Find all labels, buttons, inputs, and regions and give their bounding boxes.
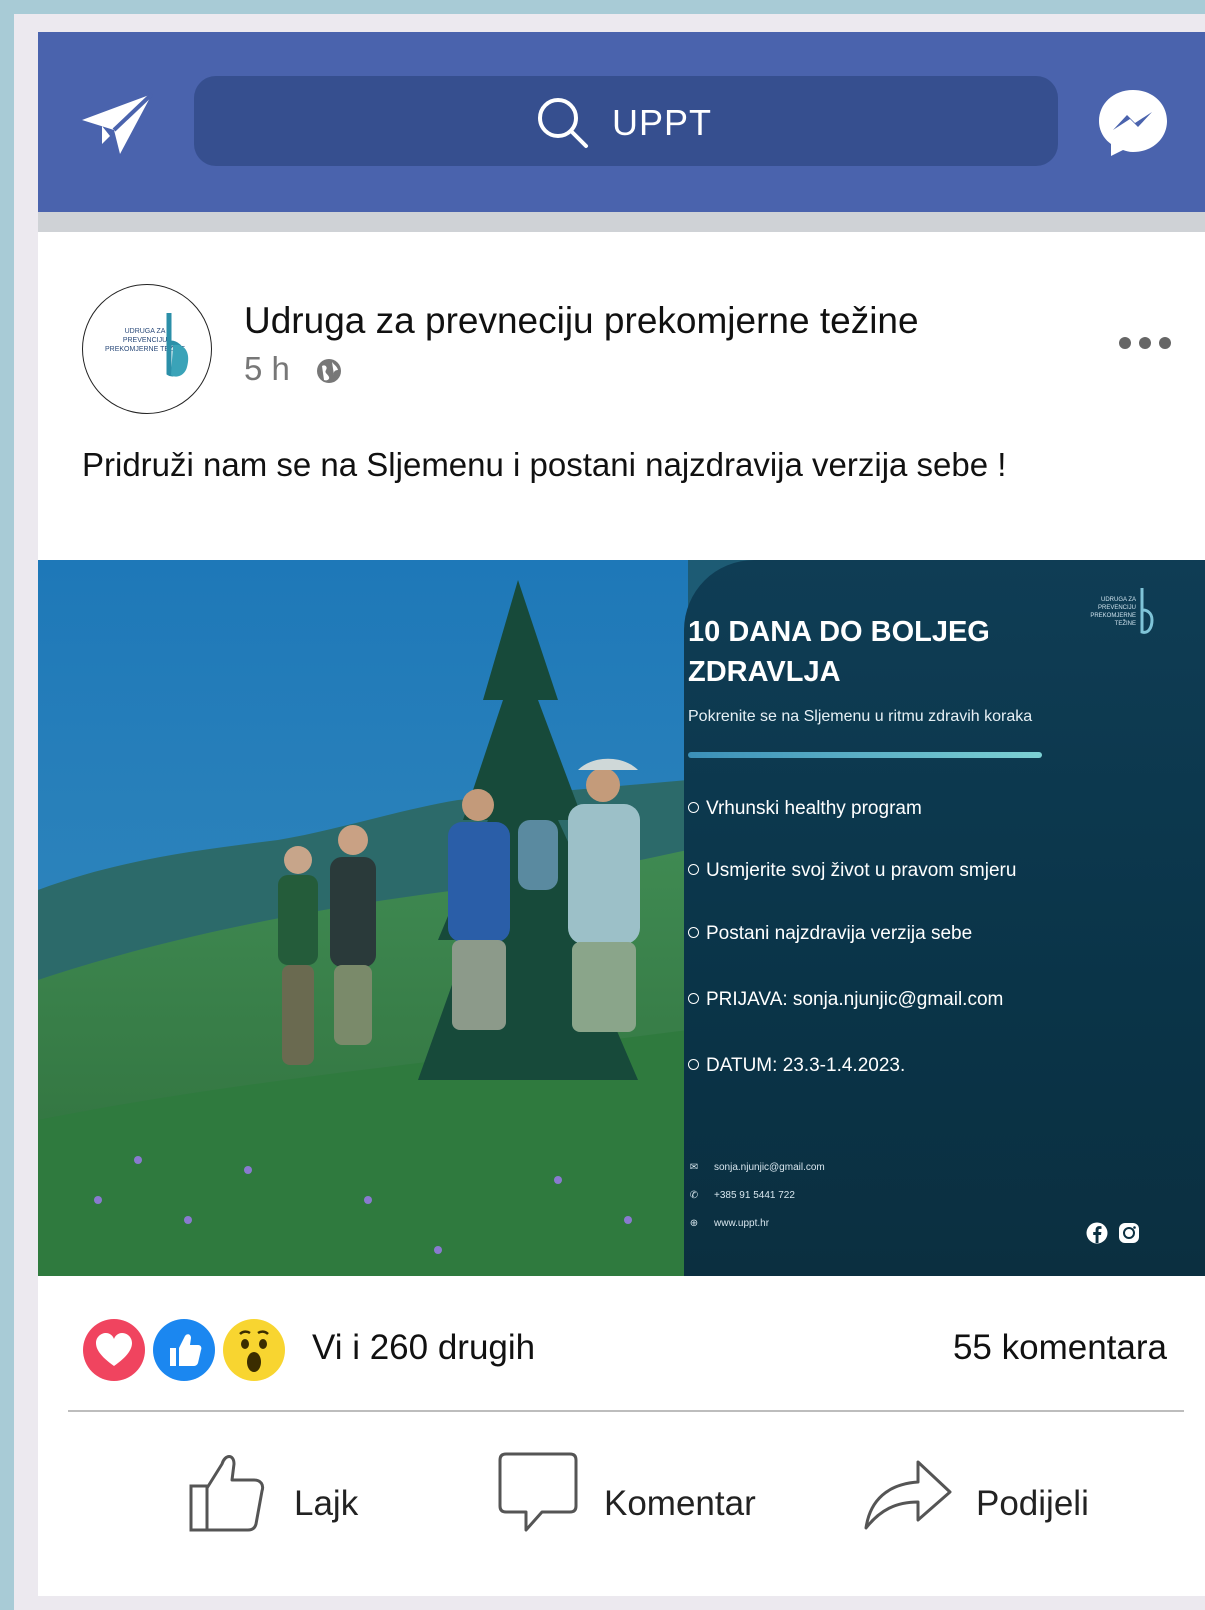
search-icon	[538, 98, 588, 148]
more-options-icon[interactable]	[1118, 336, 1172, 350]
contact-phone-text: +385 91 5441 722	[714, 1190, 795, 1201]
flyer-bullet: DATUM: 23.3-1.4.2023.	[688, 1055, 905, 1077]
thumbs-up-icon	[189, 1455, 265, 1532]
facebook-icon	[1086, 1222, 1108, 1244]
post-time[interactable]: 5 h	[244, 350, 290, 388]
messenger-icon[interactable]	[1096, 86, 1170, 160]
flyer-bullet: PRIJAVA: sonja.njunjic@gmail.com	[688, 989, 1003, 1011]
share-label: Podijeli	[976, 1484, 1089, 1523]
flyer-logo-text: UDRUGA ZA PREVENCIJU PREKOMJERNE TEŽINE	[1090, 597, 1136, 627]
top-bar-shadow	[38, 212, 1205, 232]
contact-email-text: sonja.njunjic@gmail.com	[714, 1162, 825, 1173]
heart-reaction-icon	[83, 1319, 145, 1381]
flyer-contact-web: ⊕ www.uppt.hr	[688, 1218, 769, 1229]
flyer-subtitle: Pokrenite se na Sljemenu u ritmu zdravih…	[688, 708, 1033, 725]
web-icon: ⊕	[689, 1218, 699, 1229]
flyer-bullet: Vrhunski healthy program	[688, 798, 922, 820]
like-label: Lajk	[294, 1484, 359, 1523]
flyer-bullet-text: Usmjerite svoj život u pravom smjeru	[706, 860, 1017, 881]
flyer-bullet-text: Postani najzdravija verzija sebe	[706, 923, 973, 944]
divider	[68, 1410, 1184, 1412]
logo-mark-icon	[1140, 588, 1154, 634]
comment-button[interactable]: Komentar	[496, 1450, 776, 1550]
flyer-bullet-text: Vrhunski healthy program	[706, 798, 922, 819]
send-icon[interactable]	[80, 92, 154, 156]
flyer-accent-bar	[688, 752, 1042, 758]
search-bar[interactable]: UPPT	[194, 76, 1058, 166]
bullet-dot-icon	[688, 1059, 699, 1071]
flyer-bullet: Postani najzdravija verzija sebe	[688, 923, 972, 945]
reaction-icons[interactable]	[82, 1318, 302, 1382]
share-button[interactable]: Podijeli	[862, 1450, 1102, 1550]
flyer-bullet-text: DATUM: 23.3-1.4.2023.	[706, 1055, 906, 1076]
hikers-photo	[38, 560, 688, 1276]
page-name[interactable]: Udruga za prevneciju prekomjerne težine	[244, 300, 919, 342]
post-text: Pridruži nam se na Sljemenu i postani na…	[82, 446, 1007, 483]
bullet-dot-icon	[688, 802, 699, 814]
flyer-logo: UDRUGA ZA PREVENCIJU PREKOMJERNE TEŽINE	[1080, 588, 1160, 638]
logo-mark-icon	[166, 313, 189, 377]
comment-icon	[498, 1452, 578, 1532]
mail-icon: ✉	[689, 1162, 699, 1173]
bullet-dot-icon	[688, 864, 699, 876]
contact-web-text: www.uppt.hr	[714, 1218, 770, 1229]
bullet-dot-icon	[688, 927, 699, 939]
search-text: UPPT	[612, 102, 713, 143]
instagram-icon	[1119, 1223, 1139, 1243]
reaction-count[interactable]: Vi i 260 drugih	[312, 1328, 535, 1368]
flyer-title: 10 DANA DO BOLJEG ZDRAVLJA	[688, 616, 990, 688]
flyer-contact-phone: ✆ +385 91 5441 722	[688, 1190, 795, 1201]
flyer-bullet-text: PRIJAVA: sonja.njunjic@gmail.com	[706, 989, 1004, 1010]
comment-label: Komentar	[604, 1484, 756, 1523]
phone-icon: ✆	[689, 1190, 699, 1201]
like-reaction-icon	[153, 1319, 215, 1381]
flyer-bullet: Usmjerite svoj život u pravom smjeru	[688, 860, 1016, 882]
like-button[interactable]: Lajk	[188, 1450, 388, 1550]
share-icon	[864, 1460, 952, 1530]
globe-icon	[317, 359, 341, 383]
bullet-dot-icon	[688, 993, 699, 1005]
wow-reaction-icon	[223, 1319, 285, 1381]
comment-count[interactable]: 55 komentara	[953, 1328, 1167, 1368]
flyer-contact-email: ✉ sonja.njunjic@gmail.com	[688, 1162, 825, 1173]
avatar[interactable]: UDRUGA ZA PREVENCIJU PREKOMJERNE TEŽINE	[82, 284, 212, 414]
